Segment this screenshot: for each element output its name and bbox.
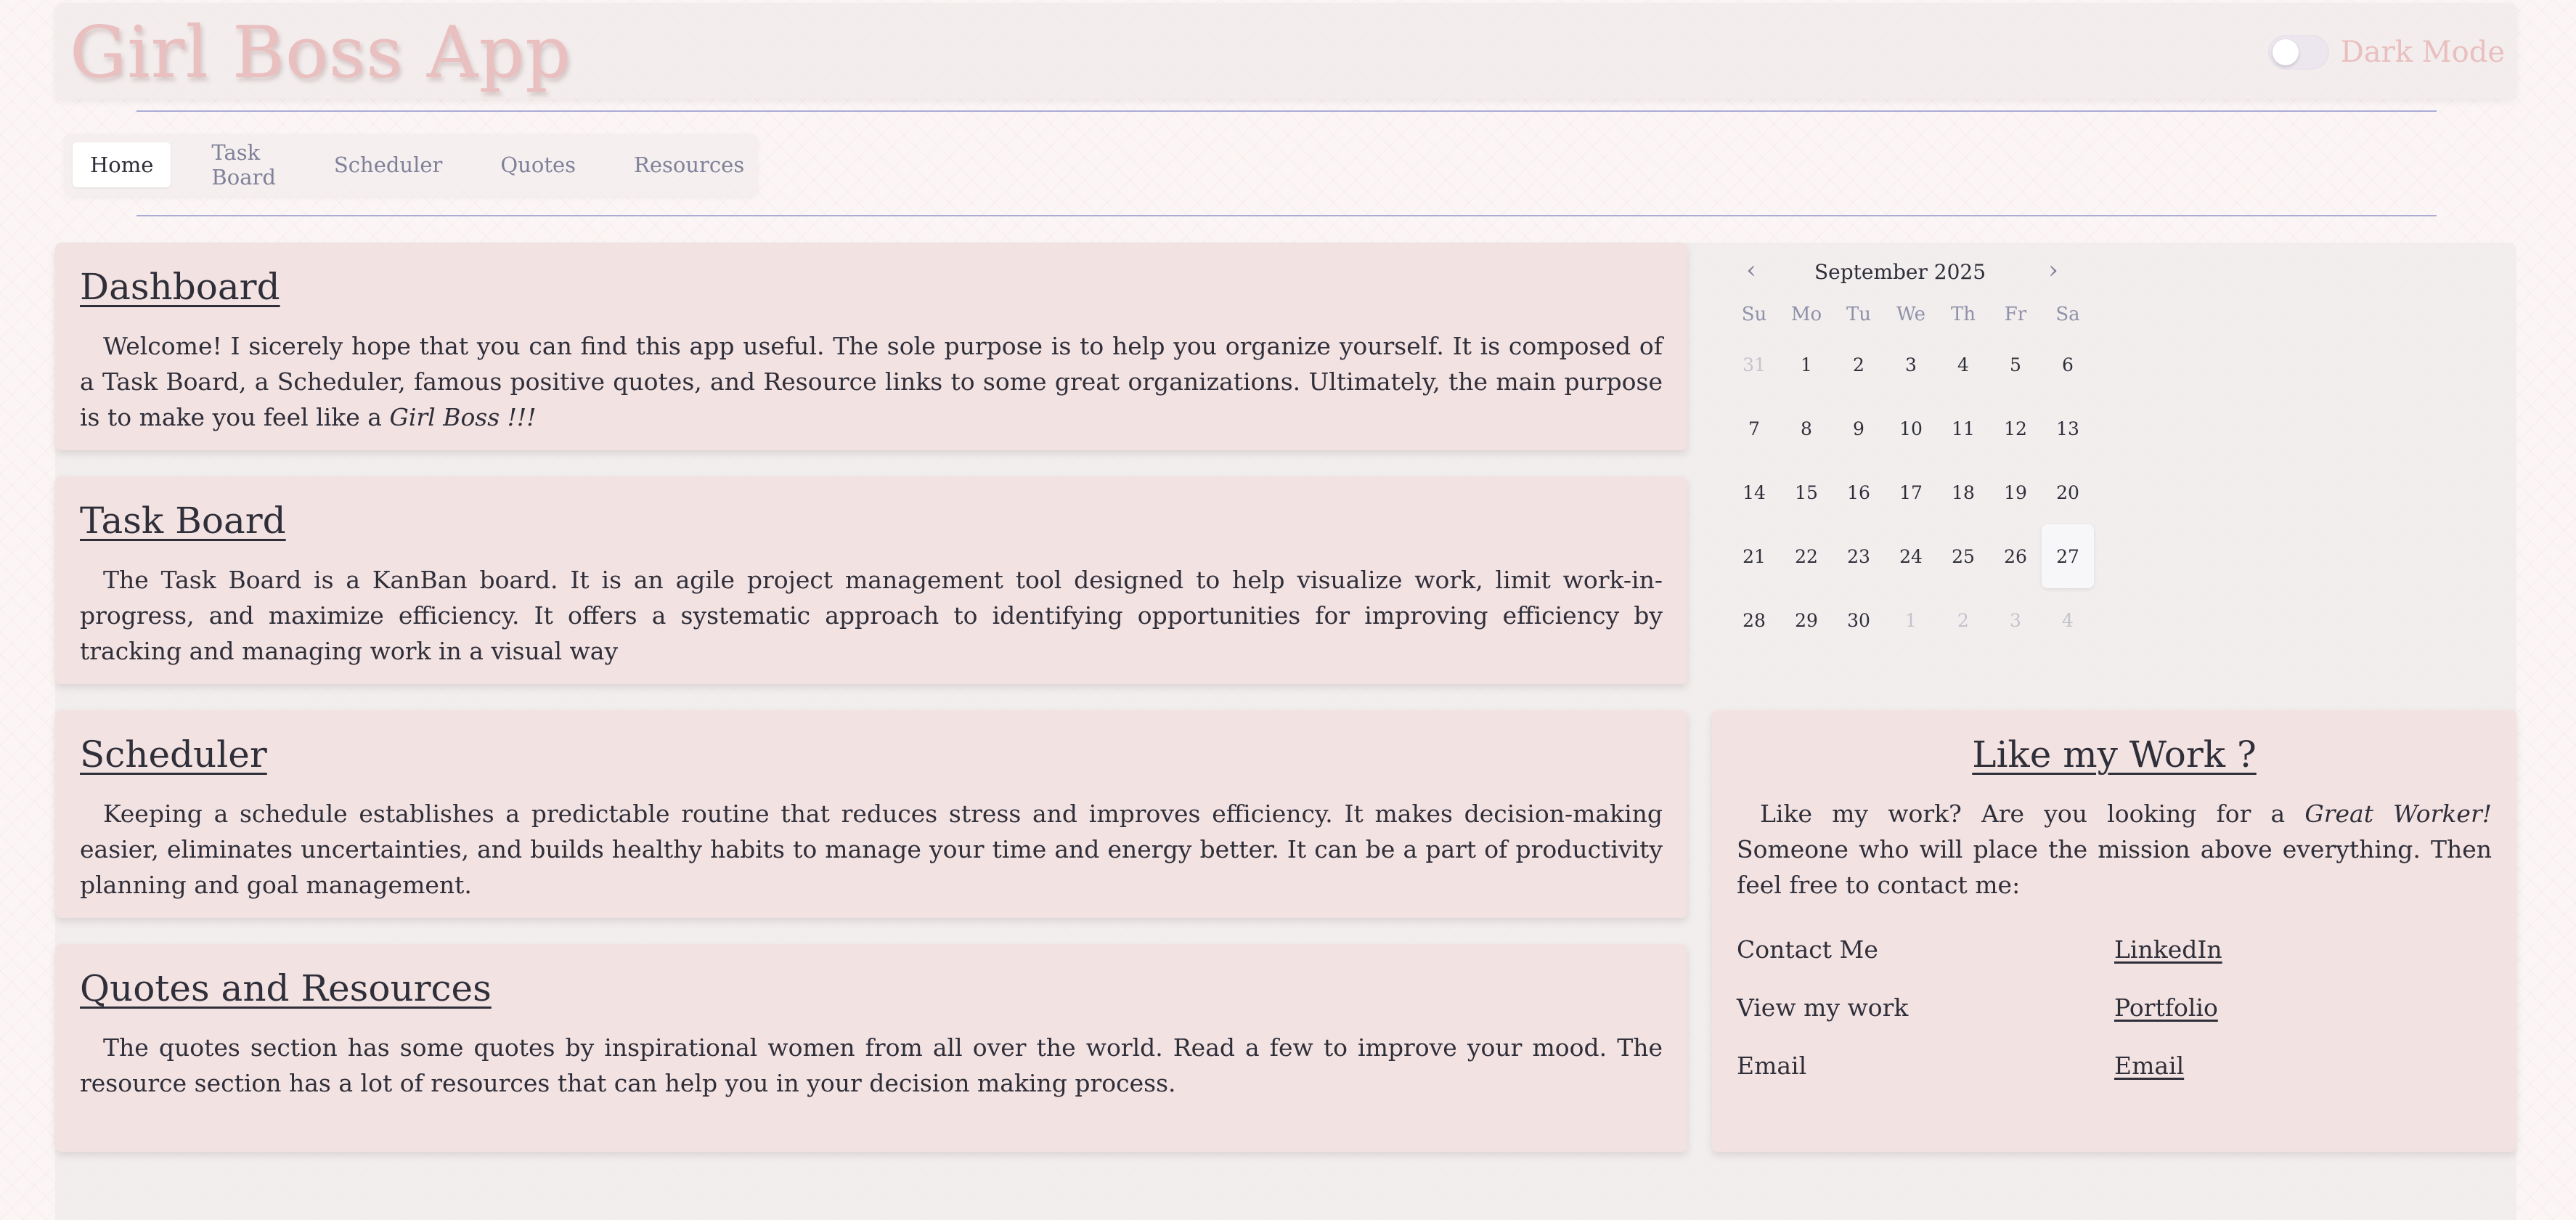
calendar-day[interactable]: 30 — [1833, 588, 1885, 652]
contact-label: View my work — [1737, 993, 1909, 1022]
calendar-day[interactable]: 31 — [1728, 333, 1780, 396]
weekday-label: Fr — [2004, 304, 2027, 325]
calendar-day[interactable]: 21 — [1728, 524, 1780, 588]
dark-mode-control: Dark Mode — [2267, 35, 2505, 70]
calendar-day[interactable]: 11 — [1937, 396, 1989, 460]
contact-row: View my work Portfolio — [1737, 978, 2492, 1036]
tab-quotes[interactable]: Quotes — [483, 142, 593, 187]
calendar-day[interactable]: 16 — [1833, 460, 1885, 524]
divider-bottom — [136, 215, 2437, 216]
calendar-day[interactable]: 19 — [1989, 460, 2042, 524]
divider-top — [136, 110, 2437, 112]
calendar-day[interactable]: 25 — [1937, 524, 1989, 588]
calendar-day[interactable]: 14 — [1728, 460, 1780, 524]
calendar-day[interactable]: 24 — [1885, 524, 1937, 588]
calendar-day[interactable]: 2 — [1937, 588, 1989, 652]
calendar-day[interactable]: 1 — [1885, 588, 1937, 652]
calendar-days: 31 1 2 3 4 5 6 7 8 9 10 11 12 13 14 15 16 17 18 19 20 21 22 23 2… — [1728, 333, 2106, 652]
nav-tabs: Home Task Board Scheduler Quotes Resourc… — [64, 134, 758, 196]
quotes-resources-title[interactable]: Quotes and Resources — [80, 967, 1663, 1009]
task-board-title[interactable]: Task Board — [80, 500, 1663, 542]
scheduler-title[interactable]: Scheduler — [80, 733, 1663, 776]
dark-mode-toggle[interactable] — [2267, 35, 2329, 70]
quotes-resources-card: Quotes and Resources The quotes section … — [55, 944, 1687, 1152]
calendar-week: 21 22 23 24 25 26 27 — [1728, 524, 2106, 588]
quotes-resources-text: The quotes section has some quotes by in… — [80, 1033, 1663, 1097]
calendar-day[interactable]: 13 — [2042, 396, 2094, 460]
weekday-label: Tu — [1846, 304, 1872, 325]
weekday-label: Sa — [2055, 304, 2080, 325]
task-board-card: Task Board The Task Board is a KanBan bo… — [55, 476, 1687, 684]
weekday-label: We — [1896, 304, 1925, 325]
contact-label: Email — [1737, 1051, 1807, 1080]
scheduler-card: Scheduler Keeping a schedule establishes… — [55, 710, 1687, 918]
calendar-day[interactable]: 4 — [1937, 333, 1989, 396]
contact-text-after: Someone who will place the mission above… — [1737, 835, 2492, 899]
dashboard-body: Welcome! I sicerely hope that you can fi… — [80, 332, 1663, 431]
contact-label: Contact Me — [1737, 935, 1878, 964]
chevron-left-icon[interactable]: ‹ — [1737, 256, 1766, 285]
calendar-week: 14 15 16 17 18 19 20 — [1728, 460, 2106, 524]
calendar-day-today[interactable]: 27 — [2042, 524, 2094, 588]
dark-mode-label: Dark Mode — [2340, 36, 2505, 69]
calendar-day[interactable]: 2 — [1833, 333, 1885, 396]
calendar-day[interactable]: 29 — [1780, 588, 1833, 652]
calendar-day[interactable]: 7 — [1728, 396, 1780, 460]
contact-card: Like my Work ? Like my work? Are you loo… — [1712, 710, 2516, 1152]
calendar-day[interactable]: 10 — [1885, 396, 1937, 460]
contact-title[interactable]: Like my Work ? — [1737, 733, 2492, 776]
main-grid: Dashboard Welcome! I sicerely hope that … — [55, 243, 2516, 1220]
tab-home[interactable]: Home — [73, 142, 171, 187]
chevron-right-icon[interactable]: › — [2039, 256, 2068, 285]
calendar-day[interactable]: 3 — [1885, 333, 1937, 396]
app-title: Girl Boss App — [70, 12, 571, 94]
dashboard-text: Welcome! I sicerely hope that you can fi… — [80, 328, 1663, 435]
calendar-day[interactable]: 8 — [1780, 396, 1833, 460]
calendar-day[interactable]: 18 — [1937, 460, 1989, 524]
tab-scheduler[interactable]: Scheduler — [317, 142, 460, 187]
calendar-day[interactable]: 26 — [1989, 524, 2042, 588]
calendar-day[interactable]: 5 — [1989, 333, 2042, 396]
contact-text-before: Like my work? Are you looking for a — [1760, 800, 2305, 828]
dashboard-title[interactable]: Dashboard — [80, 266, 1663, 308]
toggle-knob[interactable] — [2272, 39, 2299, 65]
contact-row: Email Email — [1737, 1036, 2492, 1094]
tab-task-board[interactable]: Task Board — [194, 130, 293, 200]
weekday-label: Mo — [1790, 304, 1822, 325]
calendar-header: ‹ September 2025 › — [1728, 256, 2106, 296]
contact-emphasis: Great Worker! — [2304, 800, 2492, 828]
email-link[interactable]: Email — [2114, 1052, 2184, 1080]
linkedin-link[interactable]: LinkedIn — [2114, 935, 2222, 964]
calendar-week: 7 8 9 10 11 12 13 — [1728, 396, 2106, 460]
calendar-day[interactable]: 9 — [1833, 396, 1885, 460]
calendar-day[interactable]: 17 — [1885, 460, 1937, 524]
dashboard-card: Dashboard Welcome! I sicerely hope that … — [55, 243, 1687, 450]
calendar-day[interactable]: 6 — [2042, 333, 2094, 396]
calendar-weekdays: Su Mo Tu We Th Fr Sa — [1728, 296, 2106, 333]
calendar-day[interactable]: 20 — [2042, 460, 2094, 524]
calendar-day[interactable]: 4 — [2042, 588, 2094, 652]
weekday-label: Th — [1950, 304, 1976, 325]
task-board-text: The Task Board is a KanBan board. It is … — [80, 566, 1663, 665]
calendar-day[interactable]: 1 — [1780, 333, 1833, 396]
calendar-day[interactable]: 12 — [1989, 396, 2042, 460]
portfolio-link[interactable]: Portfolio — [2114, 993, 2218, 1022]
weekday-label: Su — [1741, 304, 1767, 325]
calendar-day[interactable]: 15 — [1780, 460, 1833, 524]
calendar-week: 31 1 2 3 4 5 6 — [1728, 333, 2106, 396]
calendar: ‹ September 2025 › Su Mo Tu We Th Fr Sa 31 1 2 3 4… — [1728, 256, 2106, 652]
calendar-day[interactable]: 3 — [1989, 588, 2042, 652]
app-header: Girl Boss App Dark Mode — [55, 3, 2516, 99]
contact-links: Contact Me LinkedIn View my work Portfol… — [1737, 920, 2492, 1094]
calendar-day[interactable]: 23 — [1833, 524, 1885, 588]
scheduler-text: Keeping a schedule establishes a predict… — [80, 800, 1663, 899]
calendar-week: 28 29 30 1 2 3 4 — [1728, 588, 2106, 652]
calendar-month-label: September 2025 — [1814, 260, 1986, 284]
calendar-day[interactable]: 28 — [1728, 588, 1780, 652]
tab-resources[interactable]: Resources — [616, 142, 762, 187]
contact-text: Like my work? Are you looking for a Grea… — [1737, 796, 2492, 903]
calendar-day[interactable]: 22 — [1780, 524, 1833, 588]
contact-row: Contact Me LinkedIn — [1737, 920, 2492, 978]
dashboard-emphasis: Girl Boss !!! — [389, 403, 537, 431]
